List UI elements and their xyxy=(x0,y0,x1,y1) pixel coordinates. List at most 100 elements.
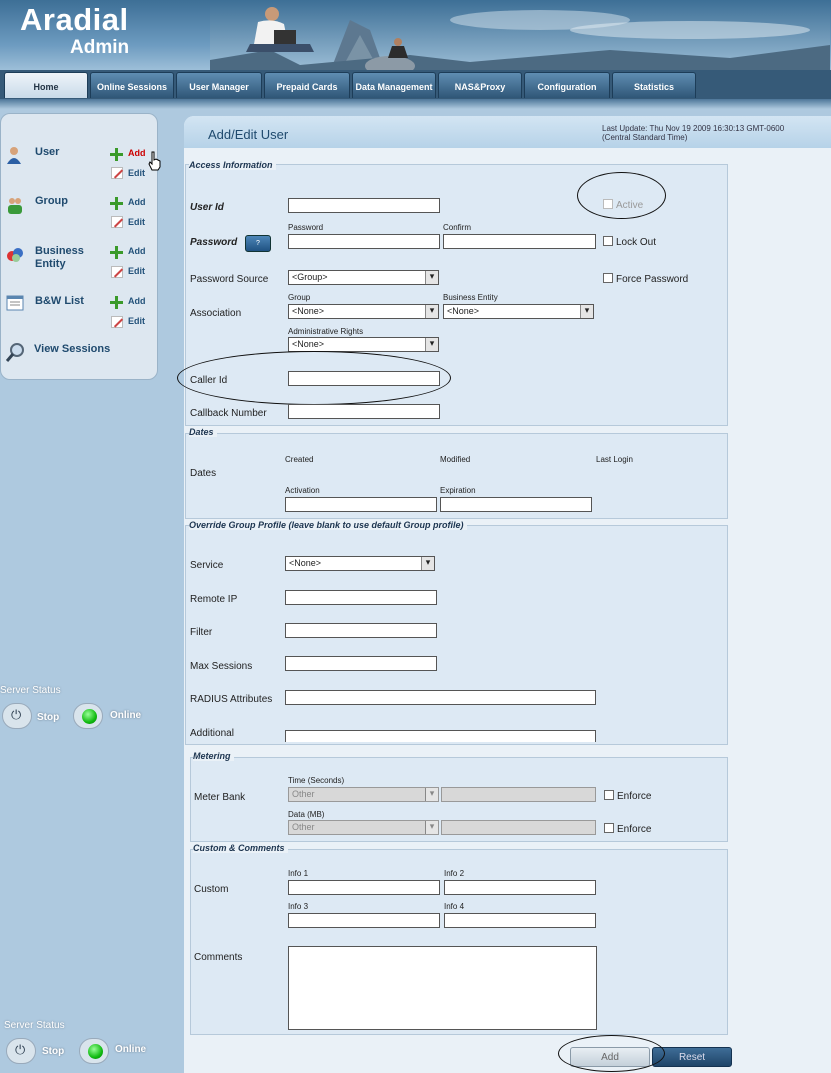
tab-statistics[interactable]: Statistics xyxy=(612,72,696,98)
meter-bank-label: Meter Bank xyxy=(194,792,246,803)
additional-input[interactable] xyxy=(285,730,596,742)
business-entity-select[interactable]: <None> xyxy=(443,304,594,319)
active-checkbox[interactable] xyxy=(603,199,613,209)
business-entity-label: Business Entity xyxy=(443,293,498,302)
group-icon xyxy=(6,196,24,214)
password-source-select[interactable]: <Group> xyxy=(288,270,439,285)
sidebar-item-business-entity[interactable]: Business Entity xyxy=(35,245,105,271)
association-label: Association xyxy=(190,308,242,319)
bw-list-icon xyxy=(6,294,24,312)
comments-textarea[interactable] xyxy=(288,946,597,1030)
bw-list-add-link[interactable]: Add xyxy=(128,296,146,306)
info2-label: Info 2 xyxy=(444,869,465,878)
server-status-label: Server Status xyxy=(0,685,61,696)
lock-out-checkbox[interactable] xyxy=(603,236,613,246)
password-source-label: Password Source xyxy=(190,274,269,285)
group-label: Group xyxy=(288,293,311,302)
dates-label: Dates xyxy=(190,468,217,479)
sidebar-item-user[interactable]: User xyxy=(35,146,59,159)
online-status-icon xyxy=(73,703,103,729)
tab-configuration[interactable]: Configuration xyxy=(524,72,610,98)
sidebar-item-bw-list[interactable]: B&W List xyxy=(35,295,95,308)
administrative-rights-select[interactable]: <None> xyxy=(288,337,439,352)
tab-nas-proxy[interactable]: NAS&Proxy xyxy=(438,72,522,98)
info2-input[interactable] xyxy=(444,880,596,895)
sidebar-item-group[interactable]: Group xyxy=(35,195,68,208)
max-sessions-input[interactable] xyxy=(285,656,437,671)
add-icon xyxy=(110,148,123,161)
password-generate-button[interactable]: ? xyxy=(245,235,271,252)
stop-server-button[interactable] xyxy=(2,703,32,729)
add-icon xyxy=(110,197,123,210)
access-information-title: Access Information xyxy=(189,160,276,170)
time-meter-select[interactable]: Other xyxy=(288,787,439,802)
info3-input[interactable] xyxy=(288,913,440,928)
business-entity-edit-link[interactable]: Edit xyxy=(128,266,145,276)
group-select[interactable]: <None> xyxy=(288,304,439,319)
edit-icon xyxy=(111,216,123,228)
remote-ip-input[interactable] xyxy=(285,590,437,605)
callback-number-input[interactable] xyxy=(288,404,440,419)
tab-user-manager[interactable]: User Manager xyxy=(176,72,262,98)
tab-online-sessions[interactable]: Online Sessions xyxy=(90,72,174,98)
modified-label: Modified xyxy=(440,455,471,464)
expiration-label: Expiration xyxy=(440,486,476,495)
tab-data-management[interactable]: Data Management xyxy=(352,72,436,98)
online-label: Online xyxy=(110,710,142,721)
callback-number-label: Callback Number xyxy=(190,408,267,419)
filter-label: Filter xyxy=(190,627,213,638)
business-entity-add-link[interactable]: Add xyxy=(128,246,146,256)
last-update-line: Last Update: Thu Nov 19 2009 16:30:13 GM… xyxy=(602,124,785,133)
business-entity-icon xyxy=(6,245,24,263)
caller-id-input[interactable] xyxy=(288,371,440,386)
header-photo xyxy=(210,0,830,72)
page-title: Add/Edit User xyxy=(208,127,289,142)
filter-input[interactable] xyxy=(285,623,437,638)
service-label: Service xyxy=(190,560,224,571)
time-enforce-label: Enforce xyxy=(617,791,652,802)
data-enforce-checkbox[interactable] xyxy=(604,823,614,833)
data-mb-label: Data (MB) xyxy=(288,810,325,819)
user-id-input[interactable] xyxy=(288,198,440,213)
stop-server-button[interactable] xyxy=(6,1038,36,1064)
time-meter-input[interactable] xyxy=(441,787,596,802)
service-select[interactable]: <None> xyxy=(285,556,435,571)
activation-label: Activation xyxy=(285,486,320,495)
tab-home[interactable]: Home xyxy=(4,72,88,98)
administrative-rights-label: Administrative Rights xyxy=(288,327,364,336)
info4-input[interactable] xyxy=(444,913,596,928)
online-status-icon xyxy=(79,1038,109,1064)
max-sessions-label: Max Sessions xyxy=(190,661,253,672)
info3-label: Info 3 xyxy=(288,902,309,911)
group-edit-link[interactable]: Edit xyxy=(128,217,145,227)
data-meter-input[interactable] xyxy=(441,820,596,835)
data-enforce-label: Enforce xyxy=(617,824,652,835)
bw-list-edit-link[interactable]: Edit xyxy=(128,316,145,326)
confirm-password-input[interactable] xyxy=(443,234,596,249)
radius-attributes-label: RADIUS Attributes xyxy=(190,694,273,705)
created-label: Created xyxy=(285,455,314,464)
password-field-label: Password xyxy=(288,223,324,232)
data-meter-select[interactable]: Other xyxy=(288,820,439,835)
info1-input[interactable] xyxy=(288,880,440,895)
remote-ip-label: Remote IP xyxy=(190,594,238,605)
view-sessions-link[interactable]: View Sessions xyxy=(34,343,110,356)
expiration-input[interactable] xyxy=(440,497,592,512)
password-input[interactable] xyxy=(288,234,440,249)
last-update: Last Update: Thu Nov 19 2009 16:30:13 GM… xyxy=(602,124,817,142)
force-password-checkbox[interactable] xyxy=(603,273,613,283)
hand-cursor-icon xyxy=(148,151,161,171)
user-add-link[interactable]: Add xyxy=(128,148,146,158)
radius-attributes-input[interactable] xyxy=(285,690,596,705)
custom-label: Custom xyxy=(194,884,229,895)
add-icon xyxy=(110,296,123,309)
tab-prepaid-cards[interactable]: Prepaid Cards xyxy=(264,72,350,98)
activation-input[interactable] xyxy=(285,497,437,512)
logo-subtext: Admin xyxy=(70,37,130,58)
user-edit-link[interactable]: Edit xyxy=(128,168,145,178)
info1-label: Info 1 xyxy=(288,869,309,878)
time-enforce-checkbox[interactable] xyxy=(604,790,614,800)
group-add-link[interactable]: Add xyxy=(128,197,146,207)
add-icon xyxy=(110,246,123,259)
metering-title: Metering xyxy=(193,751,234,761)
